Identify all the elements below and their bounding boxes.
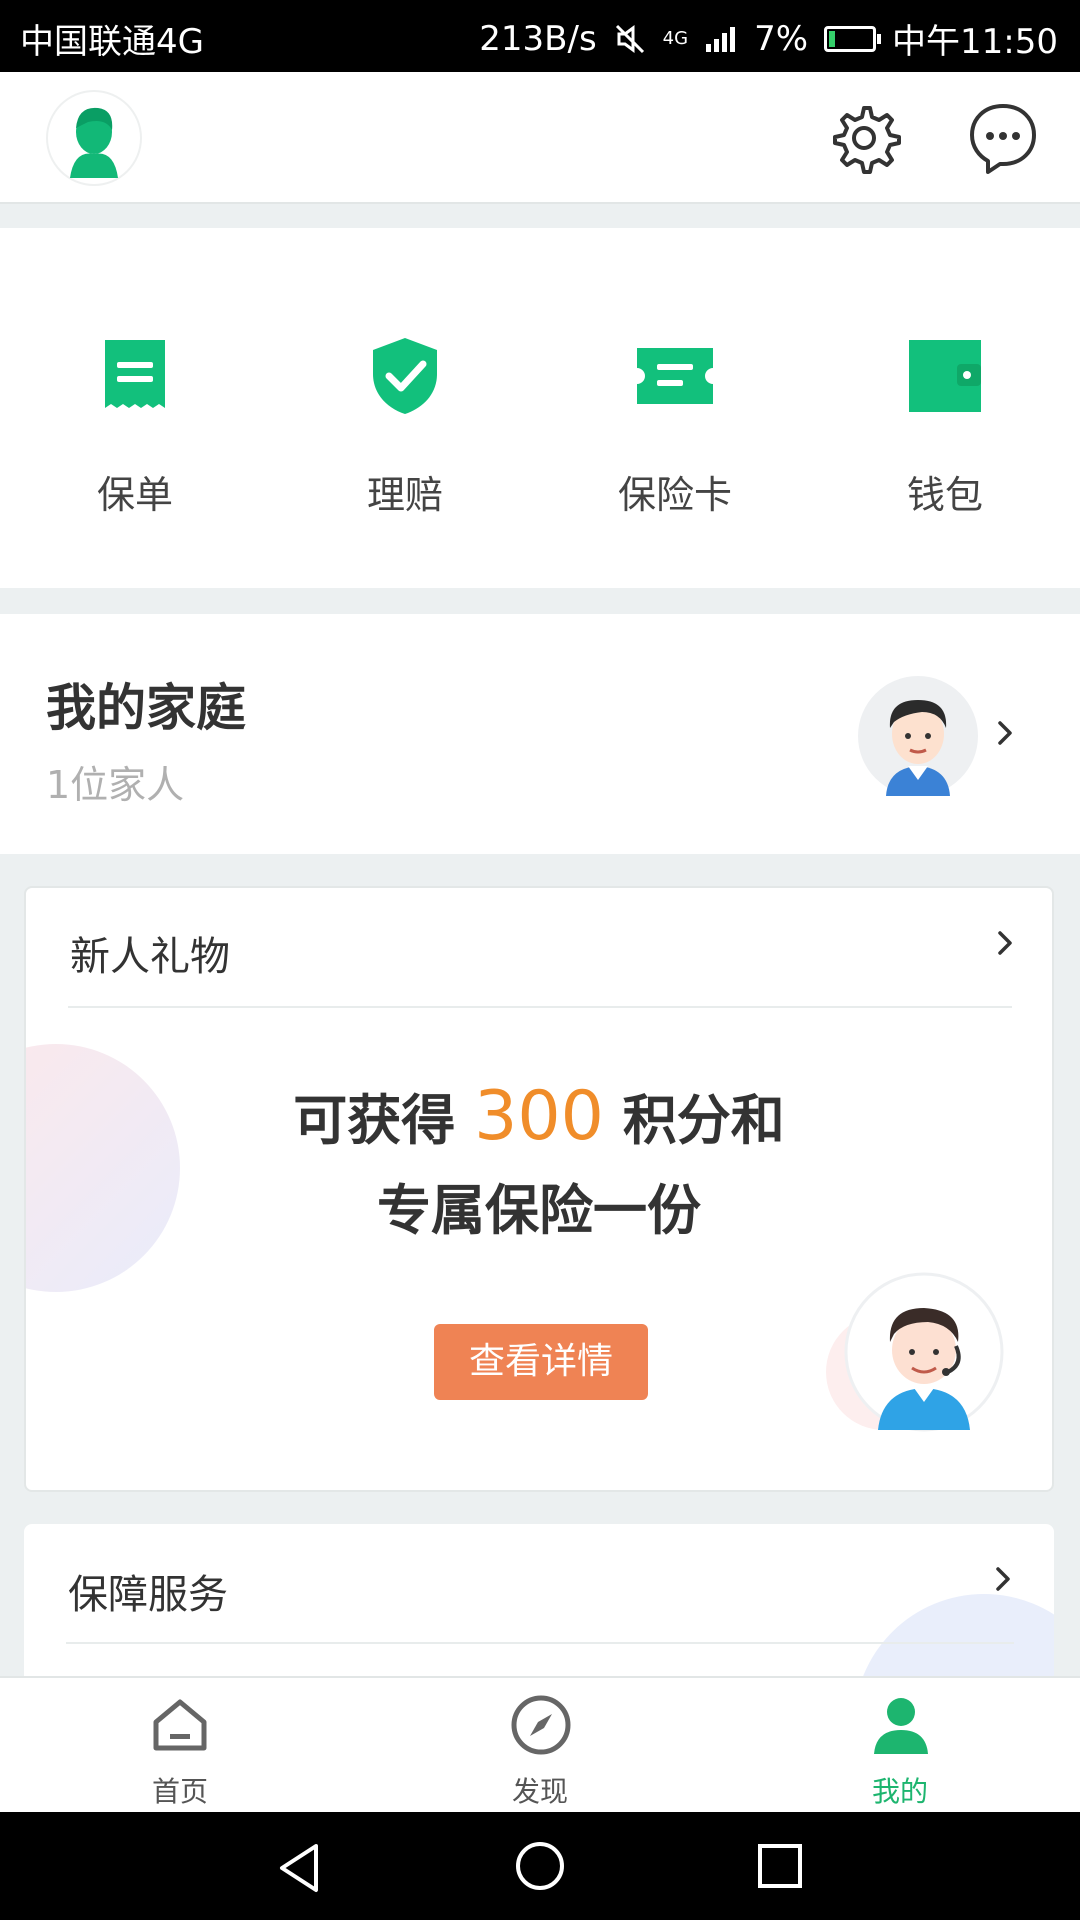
family-count: 1位家人	[46, 763, 185, 807]
network-type: 4G	[662, 28, 689, 49]
signal-icon	[706, 26, 736, 52]
quick-action-label: 理赔	[366, 473, 443, 517]
wallet-icon	[909, 340, 981, 412]
gift-subheadline: 专属保险一份	[377, 1179, 701, 1242]
view-details-button[interactable]: 查看详情	[434, 1324, 648, 1400]
status-indicators: 213B/s 4G 7% 中午11:50	[479, 14, 1058, 63]
nav-label: 首页	[151, 1775, 208, 1808]
nav-label: 我的	[871, 1775, 928, 1808]
avatar-icon	[70, 107, 118, 178]
message-icon[interactable]	[966, 100, 1040, 176]
service-title: 保障服务	[68, 1572, 228, 1618]
battery-icon	[824, 25, 882, 52]
mute-icon	[615, 24, 644, 53]
quick-action-insurance-card[interactable]: 保险卡	[540, 228, 810, 588]
nav-home[interactable]: 首页	[80, 1678, 280, 1814]
avatar[interactable]	[48, 92, 140, 184]
net-speed: 213B/s	[479, 18, 597, 59]
carrier-label: 中国联通4G	[20, 22, 204, 62]
family-title: 我的家庭	[46, 679, 246, 737]
quick-action-label: 保单	[96, 473, 173, 517]
battery-percent: 7%	[754, 18, 809, 59]
insurance-card-icon	[637, 348, 713, 404]
gift-headline-suffix: 积分和	[622, 1089, 785, 1152]
gift-points: 300	[474, 1077, 604, 1156]
nav-mine[interactable]: 我的	[800, 1678, 1000, 1814]
service-card[interactable]: 保障服务	[24, 1524, 1054, 1684]
back-icon[interactable]	[274, 1842, 324, 1894]
quick-action-claims[interactable]: 理赔	[270, 228, 540, 588]
divider	[68, 1006, 1012, 1008]
status-bar: 中国联通4G 213B/s 4G 7% 中午11:50	[0, 0, 1080, 72]
divider	[66, 1642, 1014, 1644]
gift-title[interactable]: 新人礼物	[70, 924, 230, 982]
quick-action-wallet[interactable]: 钱包	[810, 228, 1080, 588]
gear-icon[interactable]	[826, 100, 902, 176]
quick-actions-panel: 保单 理赔 保险卡 钱包	[0, 228, 1080, 588]
gift-card: 新人礼物 可获得 300 积分和 专属保险一份 查看详情	[24, 886, 1054, 1492]
clock: 中午11:50	[892, 22, 1058, 62]
home-icon	[153, 1699, 207, 1751]
quick-action-label: 保险卡	[617, 473, 732, 517]
chevron-right-icon	[998, 721, 1012, 745]
chevron-right-icon	[996, 1567, 1010, 1591]
quick-action-label: 钱包	[906, 473, 983, 517]
gift-headline: 可获得 300 积分和	[26, 1076, 1052, 1156]
customer-service-avatar	[826, 1272, 1004, 1432]
system-nav-bar	[0, 1812, 1080, 1920]
decorative-circle	[860, 1594, 1054, 1684]
person-icon	[874, 1698, 928, 1754]
home-circle-icon[interactable]	[514, 1840, 566, 1892]
nav-label: 发现	[511, 1775, 568, 1808]
family-section[interactable]: 我的家庭 1位家人	[0, 614, 1080, 854]
policy-icon	[105, 340, 165, 408]
chevron-right-icon[interactable]	[992, 930, 1018, 956]
nav-discover[interactable]: 发现	[440, 1678, 640, 1814]
gift-headline-prefix: 可获得	[293, 1089, 456, 1152]
quick-action-policy[interactable]: 保单	[0, 228, 270, 588]
shield-check-icon	[373, 338, 437, 414]
bottom-nav: 首页 发现 我的	[0, 1676, 1080, 1814]
family-member-avatar	[858, 676, 978, 796]
header-bar	[0, 72, 1080, 204]
compass-icon	[511, 1695, 571, 1755]
recent-apps-icon[interactable]	[756, 1842, 804, 1890]
